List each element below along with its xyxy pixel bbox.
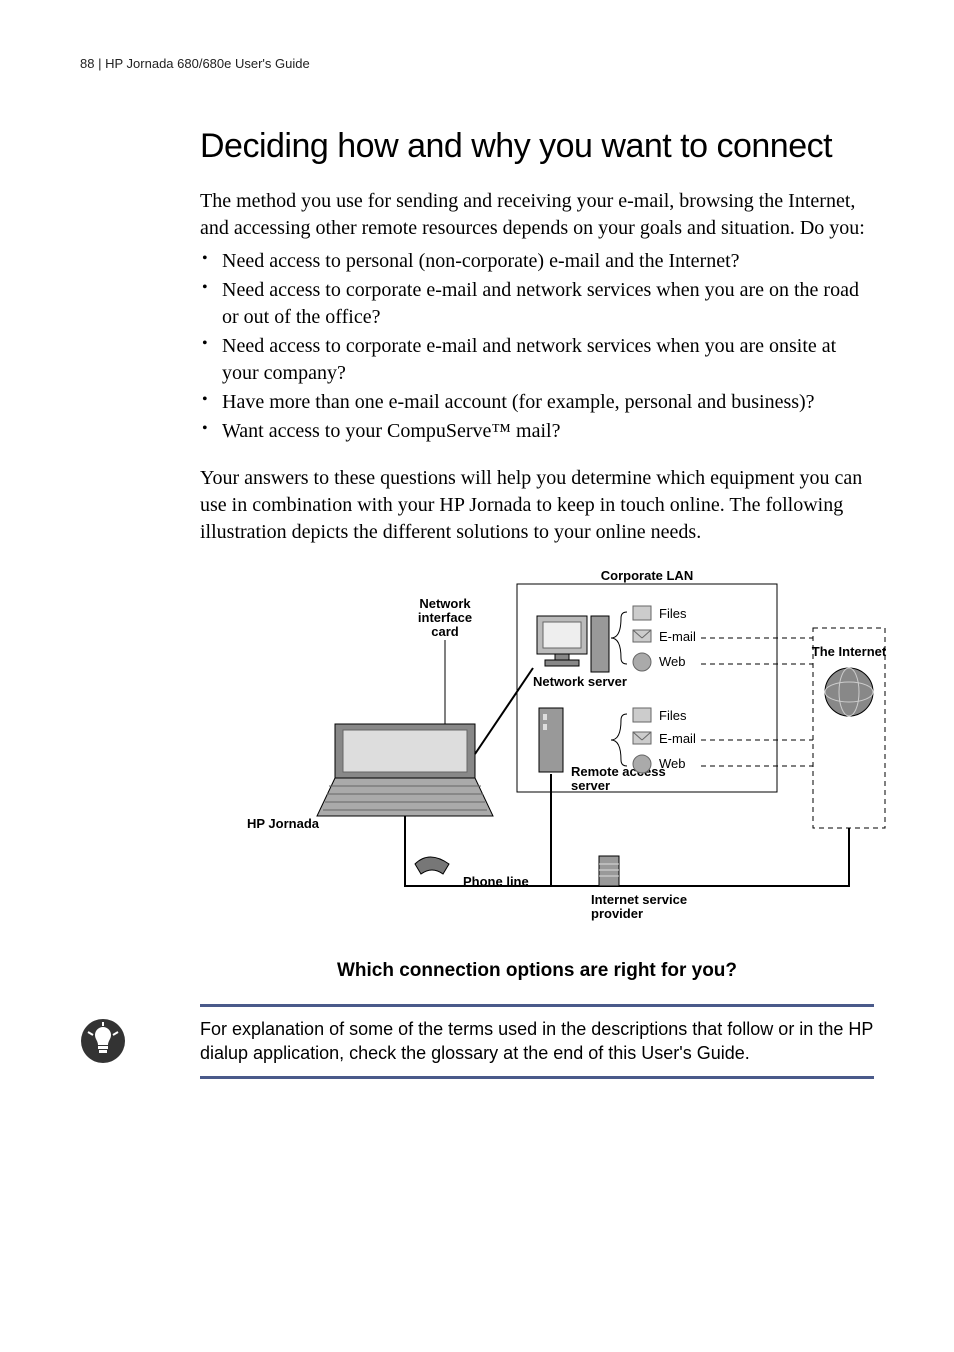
header-separator: |	[98, 56, 101, 71]
isp-icon	[599, 856, 619, 886]
remote-access-server-icon	[539, 708, 563, 772]
label-the-internet: The Internet	[812, 644, 887, 659]
services-group-2: Files E-mail Web	[633, 708, 696, 773]
label-hp-jornada: HP Jornada	[247, 816, 320, 831]
phone-icon	[415, 857, 449, 874]
label-phone-line: Phone line	[463, 874, 529, 889]
network-server-icon	[537, 616, 609, 672]
tip-note: For explanation of some of the terms use…	[80, 1004, 874, 1079]
label-files-1: Files	[659, 606, 687, 621]
label-ras-1: Remote access	[571, 764, 666, 779]
list-item: Have more than one e-mail account (for e…	[200, 389, 874, 416]
tip-text: For explanation of some of the terms use…	[200, 1004, 874, 1079]
page: 88 | HP Jornada 680/680e User's Guide De…	[0, 0, 954, 1119]
label-files-2: Files	[659, 708, 687, 723]
page-number: 88	[80, 56, 94, 71]
connection-diagram: Corporate LAN Network interface card	[80, 568, 954, 948]
running-header: 88 | HP Jornada 680/680e User's Guide	[80, 56, 874, 71]
list-item: Need access to personal (non-corporate) …	[200, 248, 874, 275]
tip-text-content: For explanation of some of the terms use…	[200, 1019, 873, 1063]
label-web-1: Web	[659, 654, 686, 669]
label-email-1: E-mail	[659, 629, 696, 644]
services-group-1: Files E-mail Web	[633, 606, 696, 671]
list-item: Need access to corporate e-mail and netw…	[200, 277, 874, 331]
section-heading: Deciding how and why you want to connect	[200, 127, 874, 166]
figure-caption: Which connection options are right for y…	[200, 960, 874, 982]
diagram-svg: Corporate LAN Network interface card	[177, 568, 897, 948]
label-nic-2: interface	[418, 610, 472, 625]
hp-jornada-icon	[317, 724, 493, 816]
label-isp-2: provider	[591, 906, 643, 921]
tip-icon-col	[80, 1004, 200, 1064]
label-email-2: E-mail	[659, 731, 696, 746]
label-nic-3: card	[431, 624, 459, 639]
label-nic-1: Network	[419, 596, 471, 611]
label-web-2: Web	[659, 756, 686, 771]
list-item: Need access to corporate e-mail and netw…	[200, 333, 874, 387]
doc-title: HP Jornada 680/680e User's Guide	[105, 56, 310, 71]
content-block: Deciding how and why you want to connect…	[200, 127, 874, 982]
label-corporate-lan: Corporate LAN	[601, 568, 693, 583]
lightbulb-icon	[80, 1018, 126, 1064]
label-isp-1: Internet service	[591, 892, 687, 907]
bullet-list: Need access to personal (non-corporate) …	[200, 248, 874, 445]
list-item: Want access to your CompuServe™ mail?	[200, 418, 874, 445]
outro-paragraph: Your answers to these questions will hel…	[200, 465, 874, 546]
intro-paragraph: The method you use for sending and recei…	[200, 188, 874, 242]
label-network-server: Network server	[533, 674, 627, 689]
label-ras-2: server	[571, 778, 610, 793]
